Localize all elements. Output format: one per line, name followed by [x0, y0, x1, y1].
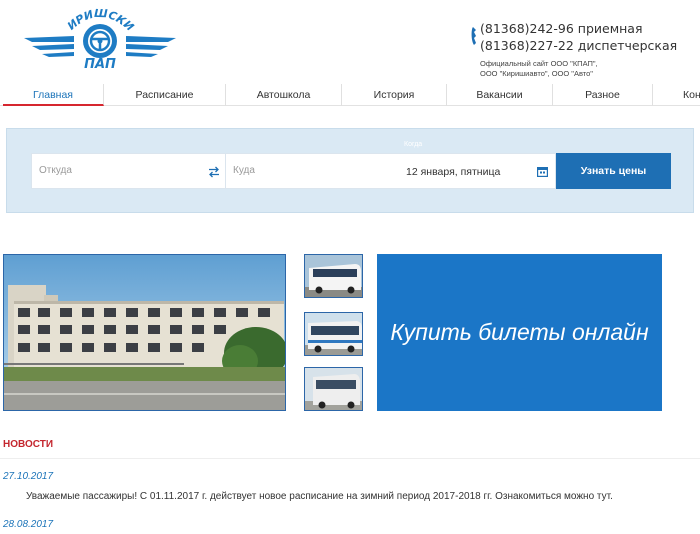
- ticket-search-panel: Когда Откуда Куда 12 января, пятница Узн…: [6, 128, 694, 213]
- news-date: 28.08.2017: [3, 519, 54, 530]
- buy-tickets-online-banner[interactable]: Купить билеты онлайн: [377, 254, 662, 411]
- to-field[interactable]: Куда 12 января, пятница: [226, 153, 556, 189]
- main-nav: Главная Расписание Автошкола История Вак…: [0, 84, 700, 106]
- phone-dispatch[interactable]: (81368)227-22 диспетчерская: [480, 38, 677, 53]
- bus-thumbnail-2[interactable]: [304, 312, 363, 356]
- find-prices-button[interactable]: Узнать цены: [556, 153, 671, 189]
- phone-reception[interactable]: (81368)242-96 приемная: [480, 21, 642, 36]
- from-placeholder: Откуда: [39, 165, 72, 176]
- calendar-icon[interactable]: [537, 166, 548, 177]
- site-info: Официальный сайт ООО "КПАП", ООО "Кириши…: [480, 59, 598, 79]
- news-divider: [0, 458, 700, 459]
- company-logo[interactable]: КИРИШСКИЕ ПАП: [22, 8, 178, 70]
- nav-item-vacancies[interactable]: Вакансии: [447, 84, 553, 106]
- logo-text-bottom: ПАП: [84, 57, 116, 70]
- nav-item-history[interactable]: История: [342, 84, 447, 106]
- news-heading: НОВОСТИ: [3, 439, 54, 450]
- logo-text-top: КИРИШСКИЕ: [22, 8, 136, 34]
- date-caption: Когда: [404, 141, 423, 148]
- news-date: 27.10.2017: [3, 471, 54, 482]
- nav-item-home[interactable]: Главная: [3, 84, 104, 106]
- date-value[interactable]: 12 января, пятница: [406, 166, 500, 178]
- site-info-line-2: ООО "Киришиавто", ООО "Авто": [480, 69, 593, 78]
- bus-thumbnail-1[interactable]: [304, 254, 363, 298]
- svg-text:КИРИШСКИЕ: КИРИШСКИЕ: [22, 8, 136, 34]
- nav-item-schedule[interactable]: Расписание: [104, 84, 226, 106]
- to-placeholder: Куда: [233, 165, 255, 176]
- swap-icon[interactable]: [208, 166, 220, 178]
- nav-item-driving-school[interactable]: Автошкола: [226, 84, 342, 106]
- header: КИРИШСКИЕ ПАП (81368)242-96 приемная (81…: [0, 0, 700, 82]
- from-field[interactable]: Откуда: [31, 153, 226, 189]
- site-info-line-1: Официальный сайт ООО "КПАП",: [480, 59, 598, 68]
- bus-thumbnail-3[interactable]: [304, 367, 363, 411]
- news-text[interactable]: Уважаемые пассажиры! С 01.11.2017 г. дей…: [26, 491, 613, 502]
- nav-item-contacts[interactable]: Кон: [653, 84, 700, 106]
- nav-item-misc[interactable]: Разное: [553, 84, 653, 106]
- phone-icon: [471, 27, 476, 45]
- bus-station-photo: [3, 254, 286, 411]
